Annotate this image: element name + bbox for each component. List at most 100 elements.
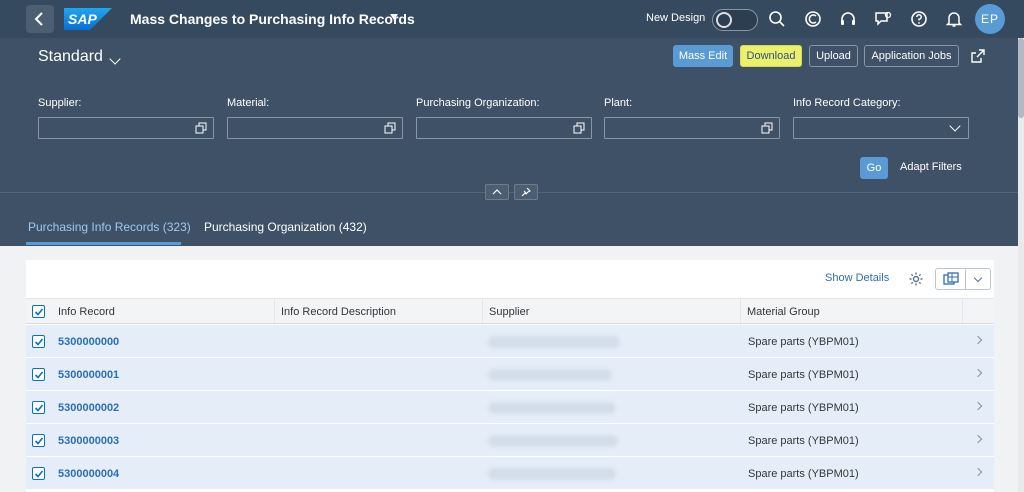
plant-input[interactable] [604, 117, 780, 139]
checkmark-icon [34, 337, 43, 346]
application-jobs-button[interactable]: Application Jobs [864, 45, 959, 67]
info-record-link[interactable]: 5300000004 [58, 457, 119, 490]
sap-logo[interactable]: SAP [64, 8, 112, 30]
row-checkbox[interactable] [32, 401, 45, 414]
supplier-redacted [488, 468, 616, 480]
notifications-bell-icon[interactable] [945, 10, 963, 28]
page-scrollbar[interactable] [1018, 38, 1024, 492]
toggle-knob [716, 12, 732, 28]
row-checkbox[interactable] [32, 335, 45, 348]
column-info-record-description[interactable]: Info Record Description [275, 299, 483, 325]
chevron-down-icon[interactable] [949, 120, 961, 132]
chevron-right-icon[interactable] [973, 434, 983, 444]
value-help-icon[interactable] [761, 122, 773, 134]
select-all-checkbox[interactable] [32, 305, 45, 318]
material-group-cell: Spare parts (YBPM01) [748, 434, 859, 447]
column-info-record[interactable]: Info Record [52, 299, 275, 325]
active-tab-indicator [26, 242, 181, 245]
table-header: Info Record Info Record Description Supp… [26, 298, 994, 325]
checkmark-icon [34, 436, 43, 445]
material-input[interactable] [227, 117, 403, 139]
copilot-icon[interactable] [804, 10, 822, 28]
chevron-up-icon [492, 189, 502, 195]
help-headset-icon[interactable] [839, 10, 857, 28]
new-design-toggle[interactable] [712, 9, 758, 31]
value-help-icon[interactable] [384, 122, 396, 134]
mass-edit-button[interactable]: Mass Edit [673, 45, 733, 67]
gear-icon[interactable] [908, 271, 924, 287]
chevron-left-icon [34, 12, 43, 26]
export-main[interactable] [936, 269, 966, 289]
info-record-category-select[interactable] [793, 117, 969, 139]
info-record-link[interactable]: 5300000001 [58, 358, 119, 391]
pin-icon [521, 187, 531, 197]
filter-label: Material: [227, 97, 270, 109]
tab-purchasing-info-records[interactable]: Purchasing Info Records (323) [28, 220, 191, 234]
filter-label: Info Record Category: [793, 97, 901, 109]
material-group-cell: Spare parts (YBPM01) [748, 368, 859, 381]
supplier-redacted [488, 435, 618, 447]
pin-header-button[interactable] [514, 184, 538, 200]
row-checkbox[interactable] [32, 368, 45, 381]
share-icon[interactable] [970, 48, 986, 64]
chevron-right-icon[interactable] [973, 335, 983, 345]
header-divider [0, 192, 1024, 193]
help-icon[interactable] [910, 10, 928, 28]
new-design-label: New Design [646, 12, 706, 24]
title-dropdown-icon[interactable] [390, 14, 398, 20]
row-checkbox[interactable] [32, 434, 45, 447]
supplier-input[interactable] [38, 117, 214, 139]
row-checkbox[interactable] [32, 467, 45, 480]
dynamic-page-header: Standard Mass Edit Download Upload Appli… [0, 38, 1024, 246]
table-row[interactable]: 5300000003 Spare parts (YBPM01) [26, 424, 994, 457]
download-button[interactable]: Download [740, 45, 802, 67]
chevron-down-icon[interactable] [109, 53, 121, 65]
column-material-group[interactable]: Material Group [741, 299, 963, 325]
app-title[interactable]: Mass Changes to Purchasing Info Records [130, 11, 415, 27]
variant-selector[interactable]: Standard [38, 48, 103, 66]
export-menu-arrow[interactable] [966, 269, 990, 289]
back-button[interactable] [26, 5, 54, 33]
table-toolbar: Show Details [26, 260, 994, 298]
shell-bar: SAP Mass Changes to Purchasing Info Reco… [0, 0, 1024, 38]
chevron-down-icon [973, 273, 983, 282]
info-record-link[interactable]: 5300000003 [58, 424, 119, 457]
value-help-icon[interactable] [573, 122, 585, 134]
export-button[interactable] [935, 268, 991, 290]
column-supplier[interactable]: Supplier [483, 299, 741, 325]
info-record-link[interactable]: 5300000000 [58, 325, 119, 358]
upload-button[interactable]: Upload [809, 45, 858, 67]
supplier-redacted [488, 402, 616, 414]
table-row[interactable]: 5300000001 Spare parts (YBPM01) [26, 358, 994, 391]
filter-label: Plant: [604, 97, 633, 109]
adapt-filters-button[interactable]: Adapt Filters [900, 161, 962, 173]
value-help-icon[interactable] [195, 122, 207, 134]
filter-label: Purchasing Organization: [416, 97, 540, 109]
chevron-right-icon[interactable] [973, 401, 983, 411]
checkmark-icon [34, 370, 43, 379]
table-row[interactable]: 5300000000 Spare parts (YBPM01) [26, 325, 994, 358]
checkmark-icon [34, 403, 43, 412]
user-avatar[interactable]: EP [975, 4, 1005, 34]
table-row[interactable]: 5300000004 Spare parts (YBPM01) [26, 457, 994, 490]
info-record-link[interactable]: 5300000002 [58, 391, 119, 424]
material-group-cell: Spare parts (YBPM01) [748, 401, 859, 414]
filter-plant: Plant: [604, 97, 780, 139]
collapse-header-button[interactable] [485, 184, 509, 200]
chevron-right-icon[interactable] [973, 368, 983, 378]
show-details-button[interactable]: Show Details [825, 272, 889, 284]
export-spreadsheet-icon [942, 272, 959, 285]
tab-purchasing-organization[interactable]: Purchasing Organization (432) [204, 220, 367, 234]
supplier-redacted [488, 336, 620, 348]
supplier-redacted [488, 369, 612, 381]
checkmark-icon [34, 307, 43, 316]
search-icon[interactable] [768, 10, 786, 28]
scrollbar-thumb[interactable] [1018, 38, 1024, 118]
filter-label: Supplier: [38, 97, 82, 109]
filter-purchasing-organization: Purchasing Organization: [416, 97, 592, 139]
go-button[interactable]: Go [860, 157, 888, 179]
chevron-right-icon[interactable] [973, 467, 983, 477]
purchasing-organization-input[interactable] [416, 117, 592, 139]
table-row[interactable]: 5300000002 Spare parts (YBPM01) [26, 391, 994, 424]
feedback-icon[interactable] [874, 10, 892, 28]
